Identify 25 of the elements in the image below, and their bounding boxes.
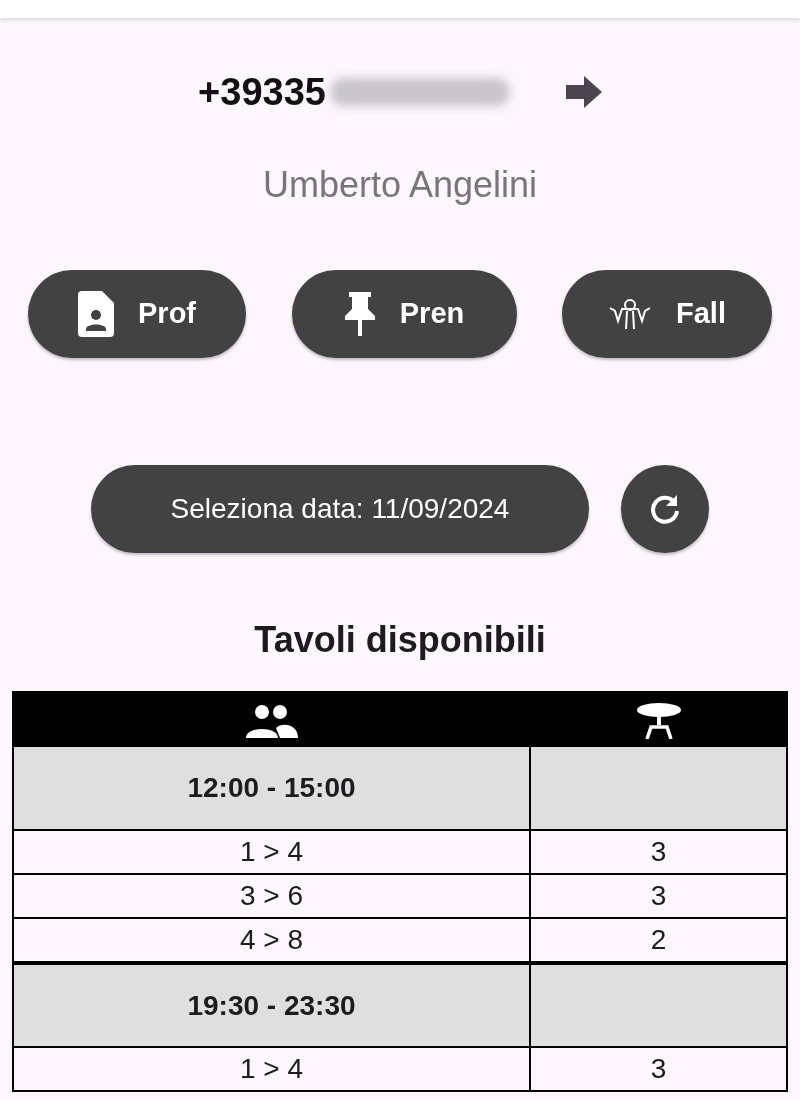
party-size-cell: 1 > 4 bbox=[13, 830, 530, 874]
stick-figure-icon bbox=[608, 298, 652, 330]
section-title: Tavoli disponibili bbox=[254, 619, 546, 660]
time-slot-cell: 19:30 - 23:30 bbox=[13, 963, 530, 1047]
table-icon bbox=[635, 702, 682, 739]
arrow-right-icon[interactable] bbox=[565, 76, 602, 108]
action-button[interactable]: Fall bbox=[562, 270, 772, 358]
refresh-button[interactable] bbox=[621, 465, 709, 553]
table-count-cell: 3 bbox=[530, 830, 787, 874]
action-button[interactable]: Prof bbox=[28, 270, 246, 358]
table-count-cell: 3 bbox=[530, 874, 787, 918]
party-size-cell: 3 > 6 bbox=[13, 874, 530, 918]
customer-name: Umberto Angelini bbox=[262, 164, 538, 205]
action-button[interactable]: Pren bbox=[291, 270, 517, 358]
table-count-cell: 2 bbox=[530, 918, 787, 963]
time-slot-cell: 12:00 - 15:00 bbox=[13, 746, 530, 830]
party-size-cell: 1 > 4 bbox=[13, 1047, 530, 1091]
people-icon bbox=[245, 703, 298, 738]
party-size-cell: 4 > 8 bbox=[13, 918, 530, 963]
phone-number: +39335 bbox=[198, 69, 326, 115]
table-count-cell: 3 bbox=[530, 1047, 787, 1091]
pushpin-icon bbox=[343, 292, 376, 336]
refresh-icon bbox=[649, 493, 681, 525]
contact-card-icon bbox=[78, 291, 114, 337]
date-picker-button[interactable]: Seleziona data: 11/09/2024 bbox=[91, 465, 589, 553]
